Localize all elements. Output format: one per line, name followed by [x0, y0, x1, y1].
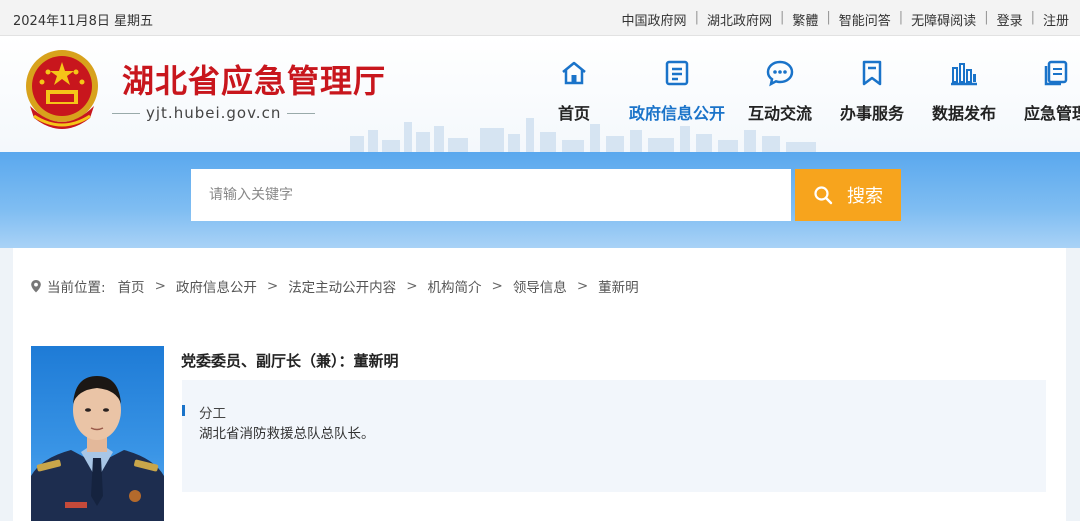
divider: |: [694, 10, 699, 25]
breadcrumb-separator: >: [576, 278, 589, 294]
nav-item-data-release[interactable]: 数据发布: [918, 58, 1010, 124]
duty-section: 分工 湖北省消防救援总队总队长。: [182, 380, 1046, 492]
search-icon: [814, 186, 833, 205]
home-icon: [562, 61, 586, 85]
section-marker: [182, 405, 185, 416]
main-nav: 首页 政府信息公开 互动交流 办事服务 数据发布 应急管理: [528, 58, 1080, 124]
duty-text: 湖北省消防救援总队总队长。: [199, 426, 375, 442]
breadcrumb-separator: >: [406, 278, 418, 294]
divider: |: [779, 10, 785, 25]
link-smart-qa[interactable]: 智能问答: [839, 10, 891, 29]
breadcrumb-separator: >: [154, 278, 166, 294]
breadcrumb-prefix: 当前位置:: [47, 280, 106, 296]
location-pin-icon: [31, 280, 41, 293]
nav-item-services[interactable]: 办事服务: [826, 58, 918, 124]
breadcrumb-separator: >: [491, 278, 503, 294]
portrait-illustration: [31, 376, 164, 521]
nav-item-interaction[interactable]: 互动交流: [734, 58, 826, 124]
breadcrumb-item-gov-info[interactable]: 政府信息公开: [176, 276, 257, 296]
site-header: 湖北省应急管理厅 yjt.hubei.gov.cn 首页 政府信息公开 互动交流…: [0, 36, 1080, 152]
link-register[interactable]: 注册: [1043, 10, 1069, 29]
nav-label: 政府信息公开: [628, 104, 725, 123]
bar-chart-icon: [951, 63, 977, 86]
breadcrumb-separator: >: [266, 278, 279, 294]
site-domain: yjt.hubei.gov.cn: [111, 104, 316, 122]
national-emblem-logo: [26, 50, 98, 129]
top-links: 中国政府网 | 湖北政府网 | 繁體 | 智能问答 | 无障碍阅读 | 登录 | 注册: [622, 10, 1069, 29]
divider: |: [826, 10, 831, 25]
nav-label: 应急管理: [1023, 104, 1080, 123]
divider: |: [984, 10, 989, 25]
top-bar: 2024年11月8日 星期五 中国政府网 | 湖北政府网 | 繁體 | 智能问答 | 无…: [0, 0, 1080, 36]
link-gov-cn[interactable]: 中国政府网: [622, 10, 687, 29]
search-button[interactable]: 搜索: [795, 169, 901, 221]
site-title[interactable]: 湖北省应急管理厅: [122, 56, 386, 102]
current-date: 2024年11月8日 星期五: [13, 14, 154, 29]
breadcrumb-item-org-intro[interactable]: 机构简介: [428, 276, 482, 296]
divider: |: [1030, 10, 1035, 25]
document-list-icon: [665, 60, 689, 86]
link-hubei-gov[interactable]: 湖北政府网: [707, 10, 772, 29]
leader-portrait: [31, 346, 164, 521]
breadcrumb-item-home[interactable]: 首页: [118, 276, 145, 296]
link-login[interactable]: 登录: [997, 10, 1023, 29]
breadcrumb: 当前位置: 首页 > 政府信息公开 > 法定主动公开内容 > 机构简介 > 领导信息 > …: [30, 276, 639, 296]
nav-item-home[interactable]: 首页: [528, 58, 620, 124]
duty-heading: 分工: [199, 406, 226, 422]
search-input[interactable]: [191, 169, 791, 221]
bookmark-icon: [862, 60, 882, 86]
nav-label: 互动交流: [747, 104, 812, 123]
link-traditional-chinese[interactable]: 繁體: [792, 10, 818, 29]
breadcrumb-item-current: 董新明: [598, 280, 639, 296]
search-band: 搜索: [0, 152, 1080, 248]
nav-label: 首页: [557, 104, 590, 123]
breadcrumb-item-statutory[interactable]: 法定主动公开内容: [288, 276, 396, 296]
divider: |: [898, 10, 904, 25]
leader-title: 党委委员、副厅长（兼）：董新明: [181, 352, 399, 370]
main-content: 当前位置: 首页 > 政府信息公开 > 法定主动公开内容 > 机构简介 > 领导信息 > …: [13, 248, 1066, 521]
link-accessibility[interactable]: 无障碍阅读: [911, 10, 976, 29]
nav-item-gov-info[interactable]: 政府信息公开: [620, 58, 734, 124]
files-icon: [1044, 60, 1068, 86]
nav-item-emergency-mgmt[interactable]: 应急管理: [1010, 58, 1080, 124]
breadcrumb-item-leaders[interactable]: 领导信息: [513, 276, 567, 296]
chat-bubble-icon: [766, 60, 794, 87]
nav-label: 办事服务: [839, 104, 904, 123]
nav-label: 数据发布: [931, 104, 996, 123]
search-button-label: 搜索: [847, 186, 883, 207]
